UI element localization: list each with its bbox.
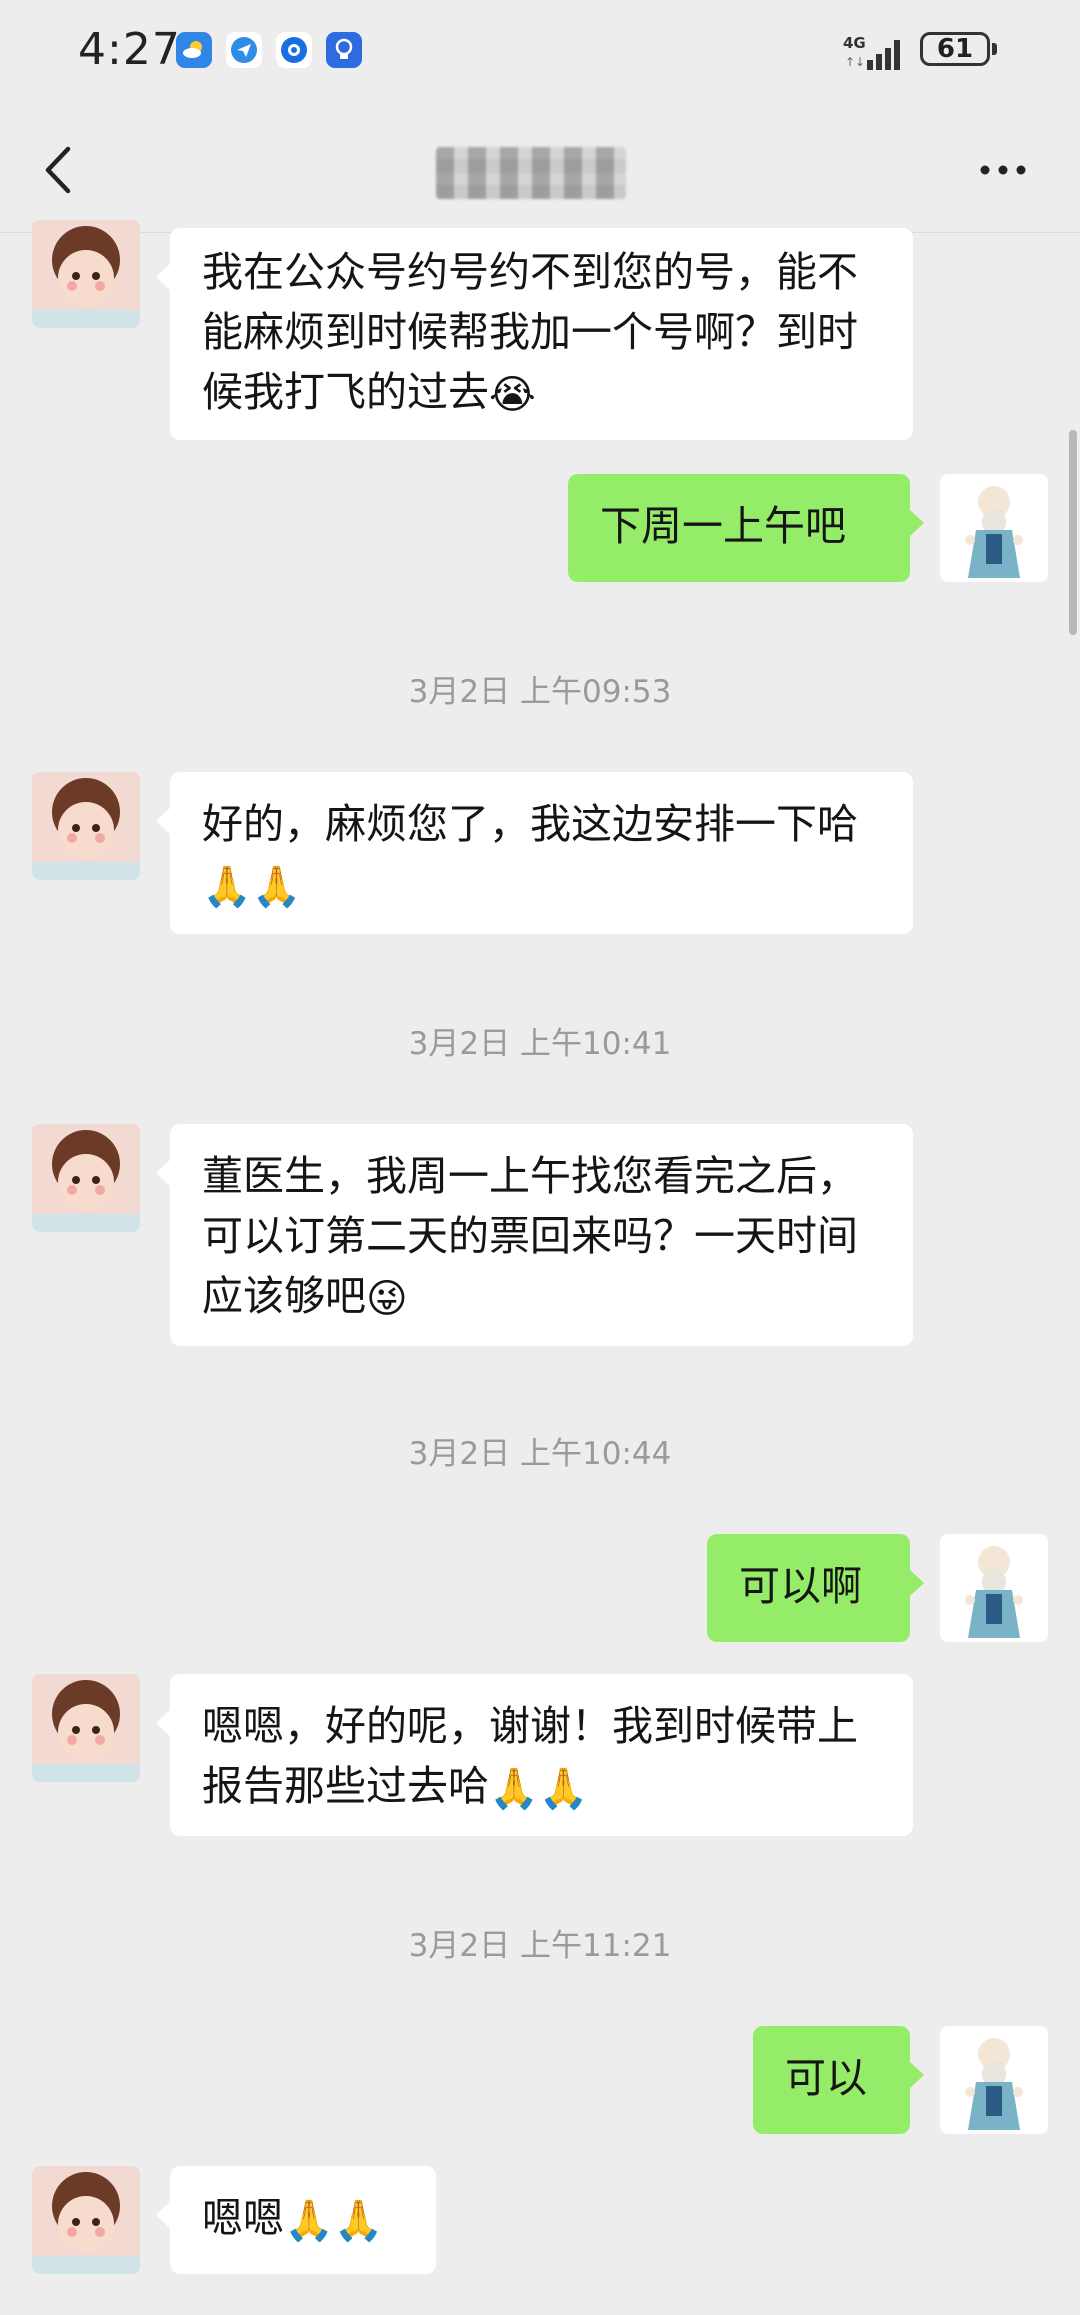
my-avatar[interactable] [940, 1534, 1048, 1642]
message-text: 可以啊 [739, 1562, 862, 1610]
message-text: 好的，麻烦您了，我这边安排一下哈 [202, 800, 858, 848]
emoji-icon: 😭 [489, 372, 536, 418]
message-bubble-incoming[interactable]: 好的，麻烦您了，我这边安排一下哈 🙏🙏 [156, 772, 913, 934]
emoji-icon: 🙏🙏 [202, 864, 302, 910]
contact-avatar[interactable] [32, 2166, 140, 2274]
message-text: 可以 [785, 2054, 867, 2102]
emoji-icon: 🙏🙏 [284, 2198, 384, 2244]
my-avatar[interactable] [940, 474, 1048, 582]
contact-avatar[interactable] [32, 772, 140, 880]
message-timestamp: 3月2日 上午10:41 [408, 1026, 672, 1062]
scrollbar[interactable] [1069, 430, 1077, 635]
message-bubble-outgoing[interactable]: 下周一上午吧 [568, 474, 924, 582]
message-bubble-outgoing[interactable]: 可以啊 [707, 1534, 924, 1642]
message-text: 董医生，我周一上午找您看完之后，可以订第二天的票回来吗？一天时间应该够吧 [202, 1152, 858, 1320]
message-bubble-incoming[interactable]: 嗯嗯🙏🙏 [156, 2166, 436, 2274]
message-timestamp: 3月2日 上午09:53 [408, 674, 672, 710]
contact-avatar[interactable] [32, 220, 140, 328]
emoji-icon: 😜 [366, 1276, 408, 1322]
contact-avatar[interactable] [32, 1674, 140, 1782]
message-bubble-incoming[interactable]: 我在公众号约号约不到您的号，能不能麻烦到时候帮我加一个号啊？到时候我打飞的过去😭 [156, 228, 913, 440]
message-timestamp: 3月2日 上午11:21 [408, 1928, 672, 1964]
contact-avatar[interactable] [32, 1124, 140, 1232]
message-text: 嗯嗯 [202, 2194, 284, 2242]
message-text: 下周一上午吧 [600, 502, 846, 550]
message-bubble-incoming[interactable]: 嗯嗯，好的呢，谢谢！我到时候带上报告那些过去哈🙏🙏 [156, 1674, 913, 1836]
emoji-icon: 🙏🙏 [489, 1766, 589, 1812]
chat-messages: 我在公众号约号约不到您的号，能不能麻烦到时候帮我加一个号啊？到时候我打飞的过去😭… [0, 0, 1080, 2315]
my-avatar[interactable] [940, 2026, 1048, 2134]
message-timestamp: 3月2日 上午10:44 [408, 1436, 672, 1472]
message-bubble-outgoing[interactable]: 可以 [753, 2026, 924, 2134]
message-bubble-incoming[interactable]: 董医生，我周一上午找您看完之后，可以订第二天的票回来吗？一天时间应该够吧😜 [156, 1124, 913, 1346]
